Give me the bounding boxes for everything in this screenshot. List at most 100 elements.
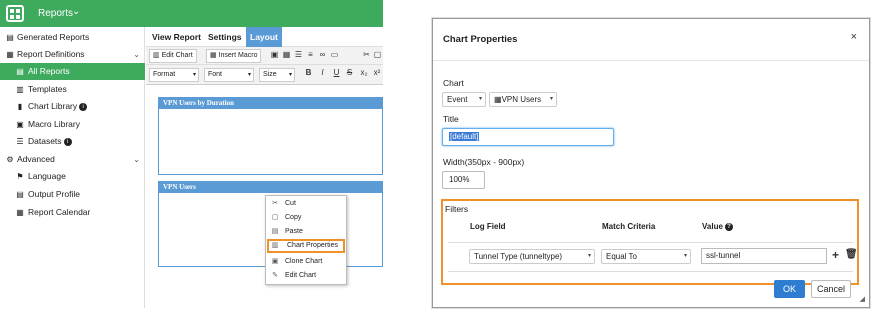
title-label: Title (443, 114, 459, 124)
info-icon[interactable]: i (63, 137, 72, 146)
sidebar-item-report-definitions[interactable]: ▦ Report Definitions ⌄ (0, 46, 145, 63)
chevron-down-icon: ▾ (549, 96, 553, 102)
size-select[interactable]: Size ▾ (259, 68, 295, 82)
match-criteria-header: Match Criteria (602, 222, 656, 231)
chart-properties-dialog: Chart Properties × Chart Event ▾ ▦VPN Use… (432, 18, 870, 308)
sidebar-item-language[interactable]: ⚑ Language (0, 168, 145, 185)
sidebar-item-all-reports[interactable]: ▤ All Reports (0, 63, 145, 80)
value-header: Value? (702, 222, 733, 231)
filters-label: Filters (445, 204, 469, 214)
menu-item-paste[interactable]: ▤ Paste (267, 225, 345, 239)
add-filter-icon[interactable]: + (832, 248, 839, 262)
chevron-down-icon: ▾ (192, 72, 196, 78)
chart-source-select[interactable]: Event ▾ (442, 92, 486, 107)
sidebar-item-chart-library[interactable]: ▮ Chart Library i (0, 98, 145, 115)
app-title[interactable]: Reports (38, 8, 73, 19)
templates-icon: ▥ (16, 85, 24, 94)
sidebar-item-report-calendar[interactable]: ▦ Report Calendar (0, 204, 145, 221)
format-select[interactable]: Format ▾ (149, 68, 199, 82)
menu-item-chart-properties[interactable]: ▥ Chart Properties (267, 239, 345, 253)
cut-icon: ✂ (272, 200, 278, 207)
sidebar-item-macro-library[interactable]: ▣ Macro Library (0, 116, 145, 133)
macro-library-icon: ▣ (16, 120, 24, 129)
italic-button[interactable]: I (318, 68, 327, 78)
chevron-down-icon[interactable]: ⌄ (72, 6, 80, 17)
chart-icon: ▦ (494, 95, 502, 104)
language-icon: ⚑ (16, 172, 24, 181)
width-label: Width(350px - 900px) (443, 157, 525, 167)
app-grid-icon[interactable] (6, 5, 24, 22)
generated-reports-icon: ▤ (6, 33, 14, 42)
bold-button[interactable]: B (304, 68, 313, 78)
chart-properties-icon: ▥ (271, 242, 279, 249)
dialog-header: Chart Properties × (433, 19, 869, 61)
link-icon[interactable]: ∞ (318, 50, 327, 60)
help-icon[interactable]: ? (724, 222, 733, 231)
delete-filter-icon[interactable]: 🗑 (845, 249, 858, 260)
sidebar-item-datasets[interactable]: ☰ Datasets i (0, 133, 145, 150)
macro-icon: ▦ (210, 52, 217, 59)
datasets-icon: ☰ (16, 137, 24, 146)
cut-icon[interactable]: ✂ (362, 50, 371, 60)
editor-toolbar-top: ▥ Edit Chart ▦ Insert Macro ▣ ▦ ☰ ≡ ∞ ▭ … (146, 47, 383, 65)
advanced-gear-icon: ⚙ (6, 155, 14, 164)
chart-block-vpn-users-by-duration[interactable]: VPN Users by Duration (158, 97, 383, 175)
tab-view-report[interactable]: View Report (148, 27, 205, 47)
chart-library-icon: ▮ (17, 102, 23, 111)
font-select[interactable]: Font ▾ (204, 68, 254, 82)
report-calendar-icon: ▦ (16, 208, 24, 217)
image-icon[interactable]: ▣ (270, 50, 279, 60)
menu-item-edit-chart[interactable]: ✎ Edit Chart (267, 269, 345, 283)
info-icon[interactable]: i (79, 102, 88, 111)
edit-chart-button[interactable]: ▥ Edit Chart (149, 49, 197, 63)
filter-row: Tunnel Type (tunneltype) ▾ Equal To ▾ ssl-… (448, 242, 858, 272)
log-field-header: Log Field (470, 222, 506, 231)
tab-layout[interactable]: Layout (246, 27, 282, 47)
sidebar-item-output-profile[interactable]: ▤ Output Profile (0, 186, 145, 203)
match-criteria-select[interactable]: Equal To ▾ (601, 249, 691, 264)
chevron-down-icon[interactable]: ⌄ (133, 46, 140, 63)
top-bar: Reports ⌄ (0, 0, 383, 27)
menu-item-copy[interactable]: ▢ Copy (267, 211, 345, 225)
dialog-title: Chart Properties (443, 34, 518, 45)
list-icon[interactable]: ≡ (306, 50, 315, 60)
chevron-down-icon: ▾ (478, 96, 482, 102)
chevron-down-icon: ▾ (587, 253, 591, 259)
resize-grip-icon[interactable]: ◢ (860, 295, 865, 303)
width-input[interactable]: 100% (442, 171, 485, 189)
subscript-button[interactable]: x₂ (358, 68, 370, 78)
underline-button[interactable]: U (332, 68, 341, 78)
ok-button[interactable]: OK (774, 280, 805, 298)
table-icon[interactable]: ▦ (282, 50, 291, 60)
paste-icon: ▤ (271, 228, 279, 235)
chart-title: VPN Users (159, 182, 382, 193)
copy-icon[interactable]: ▢ (373, 50, 382, 60)
superscript-button[interactable]: x² (371, 68, 383, 78)
all-reports-icon: ▤ (16, 67, 24, 76)
unlink-icon[interactable]: ▭ (330, 50, 339, 60)
output-profile-icon: ▤ (16, 190, 24, 199)
editor-toolbar-format: Format ▾ Font ▾ Size ▾ B I U S x₂ x² (146, 65, 383, 85)
sidebar-item-templates[interactable]: ▥ Templates (0, 81, 145, 98)
chart-title: VPN Users by Duration (159, 98, 382, 109)
sidebar-item-generated-reports[interactable]: ▤ Generated Reports (0, 29, 145, 46)
filters-section: Filters Log Field Match Criteria Value? … (441, 199, 859, 285)
copy-icon: ▢ (271, 214, 279, 221)
tab-settings[interactable]: Settings (204, 27, 246, 47)
log-field-select[interactable]: Tunnel Type (tunneltype) ▾ (469, 249, 595, 264)
horizontal-rule-icon[interactable]: ☰ (294, 50, 303, 60)
filter-value-input[interactable]: ssl-tunnel (701, 248, 827, 264)
chevron-down-icon[interactable]: ⌄ (133, 151, 140, 168)
menu-item-clone-chart[interactable]: ▣ Clone Chart (267, 255, 345, 269)
insert-macro-button[interactable]: ▦ Insert Macro (206, 49, 262, 63)
editor-tabs: View Report Settings Layout (146, 27, 383, 47)
chevron-down-icon: ▾ (683, 253, 687, 259)
close-icon[interactable]: × (851, 31, 857, 43)
menu-item-cut[interactable]: ✂ Cut (267, 197, 345, 211)
title-input[interactable]: [default] (442, 128, 614, 146)
report-definitions-icon: ▦ (6, 50, 14, 59)
cancel-button[interactable]: Cancel (811, 280, 851, 298)
sidebar-item-advanced[interactable]: ⚙ Advanced ⌄ (0, 151, 145, 168)
strikethrough-button[interactable]: S (345, 68, 354, 78)
chart-name-select[interactable]: ▦VPN Users ▾ (489, 92, 557, 107)
